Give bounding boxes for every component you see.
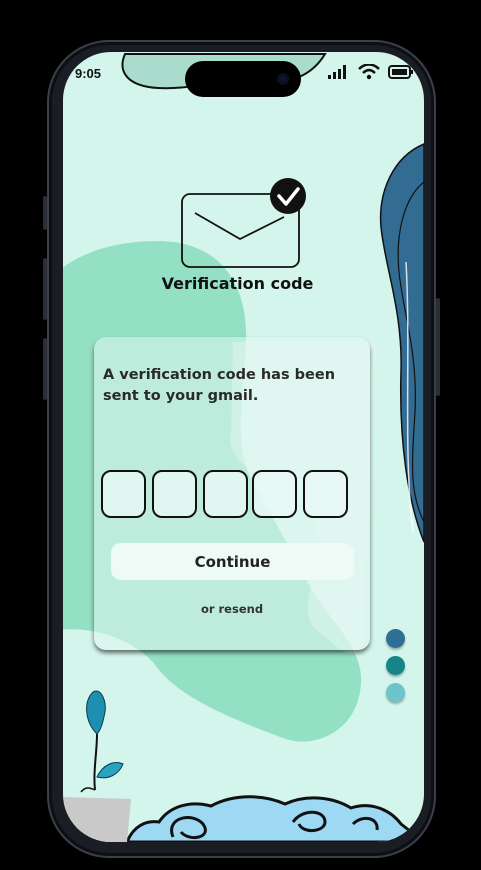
code-digit-2[interactable] (152, 470, 197, 518)
signal-icon (328, 65, 346, 79)
page-dot-2[interactable] (386, 656, 405, 675)
resend-link[interactable]: or resend (94, 602, 370, 616)
verification-card: A verification code has been sent to you… (94, 337, 370, 650)
screen: 9:05 Verification code A verification co… (63, 52, 424, 842)
page-dot-3[interactable] (386, 683, 405, 702)
code-input-row (101, 470, 354, 518)
page-dot-1[interactable] (386, 629, 405, 648)
camera-icon (277, 73, 289, 85)
volume-down-button (43, 338, 47, 400)
wifi-icon (358, 64, 380, 80)
verification-message: A verification code has been sent to you… (103, 367, 336, 404)
status-bar: 9:05 (63, 52, 424, 97)
code-digit-5[interactable] (303, 470, 348, 518)
code-digit-3[interactable] (203, 470, 248, 518)
continue-button[interactable]: Continue (111, 543, 354, 580)
mail-verified-icon (181, 178, 306, 268)
battery-icon (388, 65, 413, 79)
page-title: Verification code (161, 274, 314, 293)
status-icons (328, 64, 414, 80)
page-indicator (386, 629, 408, 710)
code-digit-1[interactable] (101, 470, 146, 518)
volume-up-button (43, 258, 47, 320)
dynamic-island (185, 61, 301, 97)
code-digit-4[interactable] (252, 470, 297, 518)
status-time: 9:05 (75, 66, 102, 81)
power-button (436, 298, 440, 396)
mute-switch (43, 196, 47, 230)
